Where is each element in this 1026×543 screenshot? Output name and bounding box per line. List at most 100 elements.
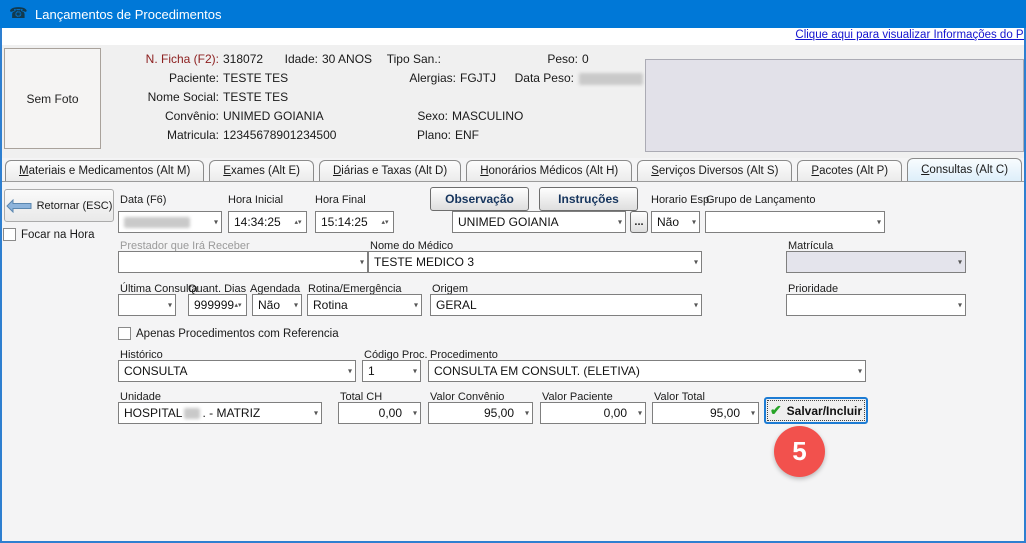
peso-label: Peso: [458, 52, 578, 66]
data-f6-label: Data (F6) [120, 194, 166, 206]
valor-paciente-field[interactable]: 0,00 ▾ [540, 402, 646, 424]
nome-medico-combo[interactable]: TESTE MEDICO 3 ▾ [368, 251, 702, 273]
alergias-label: Alergias: [336, 71, 456, 85]
dropdown-arrow-icon: ▾ [413, 367, 417, 376]
dropdown-arrow-icon: ▾ [525, 409, 529, 418]
patient-social-row: Nome Social: TESTE TES [99, 90, 288, 104]
agendada-combo[interactable]: Não ▾ [252, 294, 302, 316]
tab-pacotes[interactable]: Pacotes (Alt P) [797, 160, 902, 181]
observacao-button[interactable]: Observação [430, 187, 529, 211]
total-ch-field[interactable]: 0,00 ▾ [338, 402, 421, 424]
patient-info-link[interactable]: Clique aqui para visualizar Informações … [795, 29, 1024, 41]
salvar-incluir-label: Salvar/Incluir [787, 404, 862, 418]
hora-final-label: Hora Final [315, 194, 366, 206]
dropdown-arrow-icon: ▾ [618, 218, 622, 227]
convenio-label: Convênio: [99, 109, 219, 123]
data-f6-redacted-value [124, 217, 190, 228]
patient-peso-row: Peso: 0 [458, 52, 589, 66]
dropdown-arrow-icon: ▾ [214, 218, 218, 227]
focar-na-hora-label: Focar na Hora [21, 229, 95, 241]
convenio-combo[interactable]: UNIMED GOIANIA ▾ [452, 211, 626, 233]
spinner-arrows-icon[interactable]: ▴▾ [232, 296, 244, 314]
tab-content-divider [2, 181, 1024, 182]
retornar-button[interactable]: Retornar (ESC) [4, 189, 114, 222]
tab-diarias-taxas[interactable]: Diárias e Taxas (Alt D) [319, 160, 461, 181]
sexo-value: MASCULINO [452, 109, 523, 123]
salvar-incluir-button[interactable]: ✔ Salvar/Incluir [764, 397, 868, 424]
paciente-value: TESTE TES [223, 71, 288, 85]
paciente-label: Paciente: [99, 71, 219, 85]
quant-dias-spinner[interactable]: 999999 ▴▾ [188, 294, 247, 316]
hora-inicial-spinner[interactable]: 14:34:25 ▴▾ [228, 211, 307, 233]
procedimento-combo[interactable]: CONSULTA EM CONSULT. (ELETIVA) ▾ [428, 360, 866, 382]
total-ch-value: 0,00 [379, 406, 402, 420]
peso-value: 0 [582, 52, 589, 66]
dropdown-arrow-icon: ▾ [413, 409, 417, 418]
sexo-label: Sexo: [328, 109, 448, 123]
historico-combo[interactable]: CONSULTA ▾ [118, 360, 356, 382]
data-peso-redacted-value [579, 73, 643, 85]
grupo-lancamento-combo[interactable]: ▾ [705, 211, 885, 233]
apenas-referencia-checkbox[interactable]: Apenas Procedimentos com Referencia [118, 327, 339, 340]
spinner-arrows-icon[interactable]: ▴▾ [292, 213, 304, 231]
patient-name-row: Paciente: TESTE TES [99, 71, 288, 85]
agendada-value: Não [258, 298, 280, 312]
dropdown-arrow-icon: ▾ [694, 258, 698, 267]
nome-social-value: TESTE TES [223, 90, 288, 104]
tab-honorarios-medicos[interactable]: Honorários Médicos (Alt H) [466, 160, 632, 181]
valor-convenio-field[interactable]: 95,00 ▾ [428, 402, 533, 424]
instrucoes-button[interactable]: Instruções [539, 187, 638, 211]
dropdown-arrow-icon: ▾ [168, 301, 172, 310]
origem-value: GERAL [436, 298, 477, 312]
dropdown-arrow-icon: ▾ [958, 301, 962, 310]
quant-dias-value: 999999 [194, 298, 234, 312]
focar-na-hora-checkbox[interactable]: Focar na Hora [3, 228, 95, 241]
dropdown-arrow-icon: ▾ [414, 301, 418, 310]
codigo-proc-combo[interactable]: 1 ▾ [362, 360, 421, 382]
patient-sexo-row: Sexo: MASCULINO [328, 109, 523, 123]
plano-label: Plano: [331, 128, 451, 142]
rotina-emergencia-value: Rotina [313, 298, 348, 312]
patient-convenio-row: Convênio:UNIMED GOIANIA [99, 109, 324, 123]
nome-medico-value: TESTE MEDICO 3 [374, 255, 474, 269]
hora-final-spinner[interactable]: 15:14:25 ▴▾ [315, 211, 394, 233]
horario-esp-combo[interactable]: Não ▾ [651, 211, 700, 233]
left-arrow-icon [6, 199, 32, 213]
dropdown-arrow-icon: ▾ [877, 218, 881, 227]
tab-exames[interactable]: Exames (Alt E) [209, 160, 314, 181]
plano-value: ENF [455, 128, 479, 142]
tab-consultas[interactable]: Consultas (Alt C) [907, 158, 1022, 181]
link-strip: Clique aqui para visualizar Informações … [2, 28, 1024, 45]
spinner-arrows-icon[interactable]: ▴▾ [379, 213, 391, 231]
retornar-label: Retornar (ESC) [37, 200, 113, 212]
prestador-combo[interactable]: ▾ [118, 251, 368, 273]
checkbox-box [118, 327, 131, 340]
dropdown-arrow-icon: ▾ [294, 301, 298, 310]
valor-total-field[interactable]: 95,00 ▾ [652, 402, 759, 424]
check-icon: ✔ [770, 402, 782, 419]
origem-combo[interactable]: GERAL ▾ [430, 294, 702, 316]
dropdown-arrow-icon: ▾ [692, 218, 696, 227]
unidade-redacted-part [184, 408, 200, 419]
title-bar: ☎ Lançamentos de Procedimentos [0, 0, 1026, 28]
codigo-proc-value: 1 [368, 364, 375, 378]
rotina-emergencia-combo[interactable]: Rotina ▾ [307, 294, 422, 316]
data-f6-combo[interactable]: ▾ [118, 211, 222, 233]
tab-servicos-diversos[interactable]: Serviços Diversos (Alt S) [637, 160, 792, 181]
horario-esp-label: Horario Esp. [651, 194, 712, 206]
valor-paciente-value: 0,00 [604, 406, 627, 420]
valor-convenio-value: 95,00 [484, 406, 514, 420]
dropdown-arrow-icon: ▾ [360, 258, 364, 267]
unidade-combo[interactable]: HOSPITAL . - MATRIZ ▾ [118, 402, 322, 424]
unidade-value-prefix: HOSPITAL [124, 406, 182, 420]
procedure-entry-window: ☎ Lançamentos de Procedimentos Clique aq… [0, 0, 1026, 543]
prioridade-combo[interactable]: ▾ [786, 294, 966, 316]
ultima-consulta-combo[interactable]: ▾ [118, 294, 176, 316]
nome-social-label: Nome Social: [99, 90, 219, 104]
data-peso-label: Data Peso: [454, 71, 574, 85]
grupo-lancamento-label: Grupo de Lançamento [706, 194, 815, 206]
patient-plano-row: Plano: ENF [331, 128, 479, 142]
tab-materiais-medicamentos[interactable]: Materiais e Medicamentos (Alt M) [5, 160, 204, 181]
valor-total-value: 95,00 [710, 406, 740, 420]
convenio-ellipsis-button[interactable]: ... [630, 211, 648, 233]
